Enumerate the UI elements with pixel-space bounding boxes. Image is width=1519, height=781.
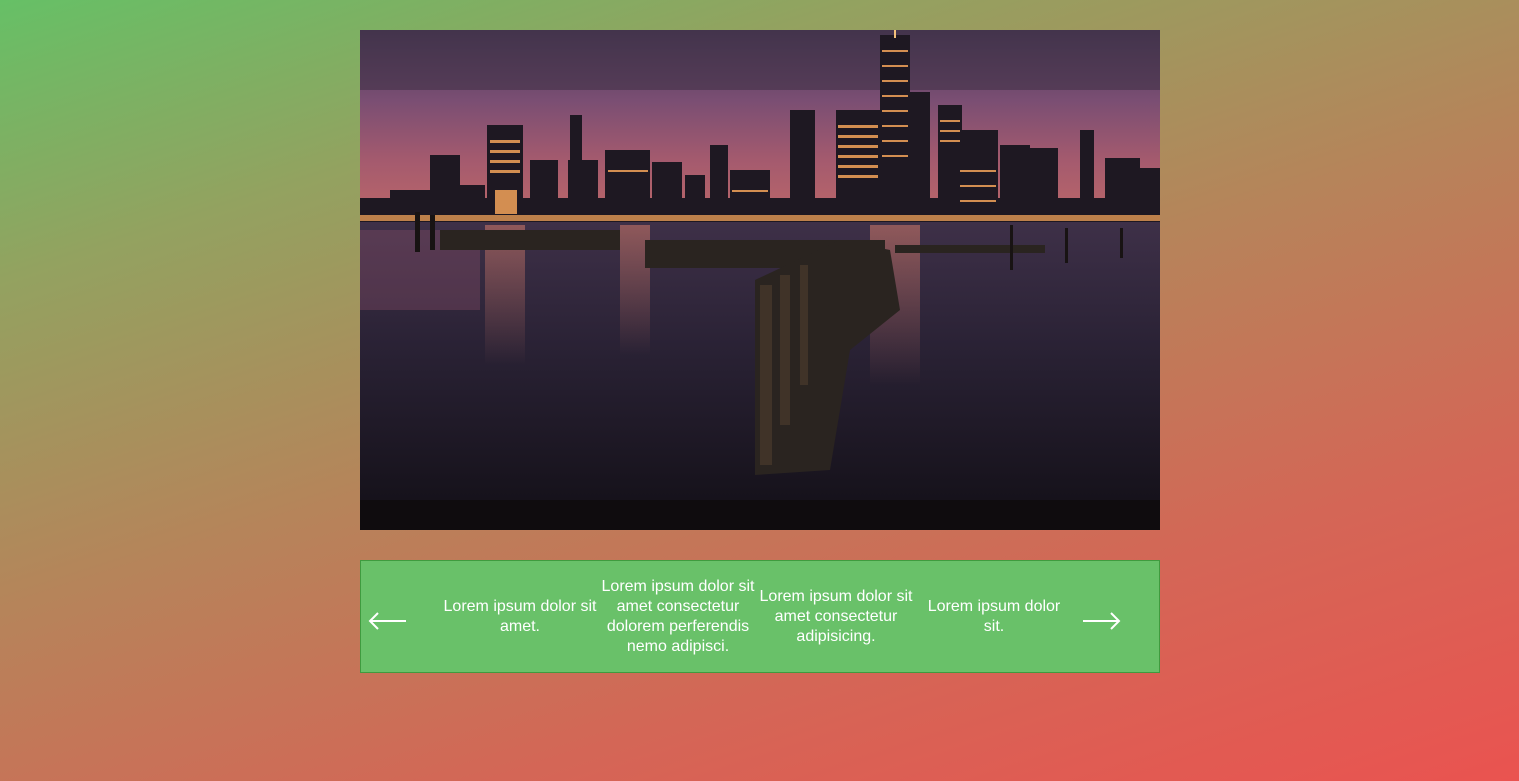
next-button[interactable] <box>1081 561 1159 672</box>
prev-button[interactable] <box>361 561 435 672</box>
hero-image <box>360 30 1160 530</box>
caption-item[interactable]: Lorem ipsum dolor sit. <box>915 597 1073 637</box>
caption-list: Lorem ipsum dolor sit amet. Lorem ipsum … <box>435 561 1081 672</box>
arrow-left-icon <box>368 612 406 630</box>
caption-bar: Lorem ipsum dolor sit amet. Lorem ipsum … <box>360 560 1160 673</box>
caption-item[interactable]: Lorem ipsum dolor sit amet consectetur d… <box>599 577 757 657</box>
caption-item[interactable]: Lorem ipsum dolor sit amet. <box>441 597 599 637</box>
caption-item[interactable]: Lorem ipsum dolor sit amet consectetur a… <box>757 587 915 647</box>
arrow-right-icon <box>1083 612 1121 630</box>
city-skyline-photo <box>360 30 1160 530</box>
